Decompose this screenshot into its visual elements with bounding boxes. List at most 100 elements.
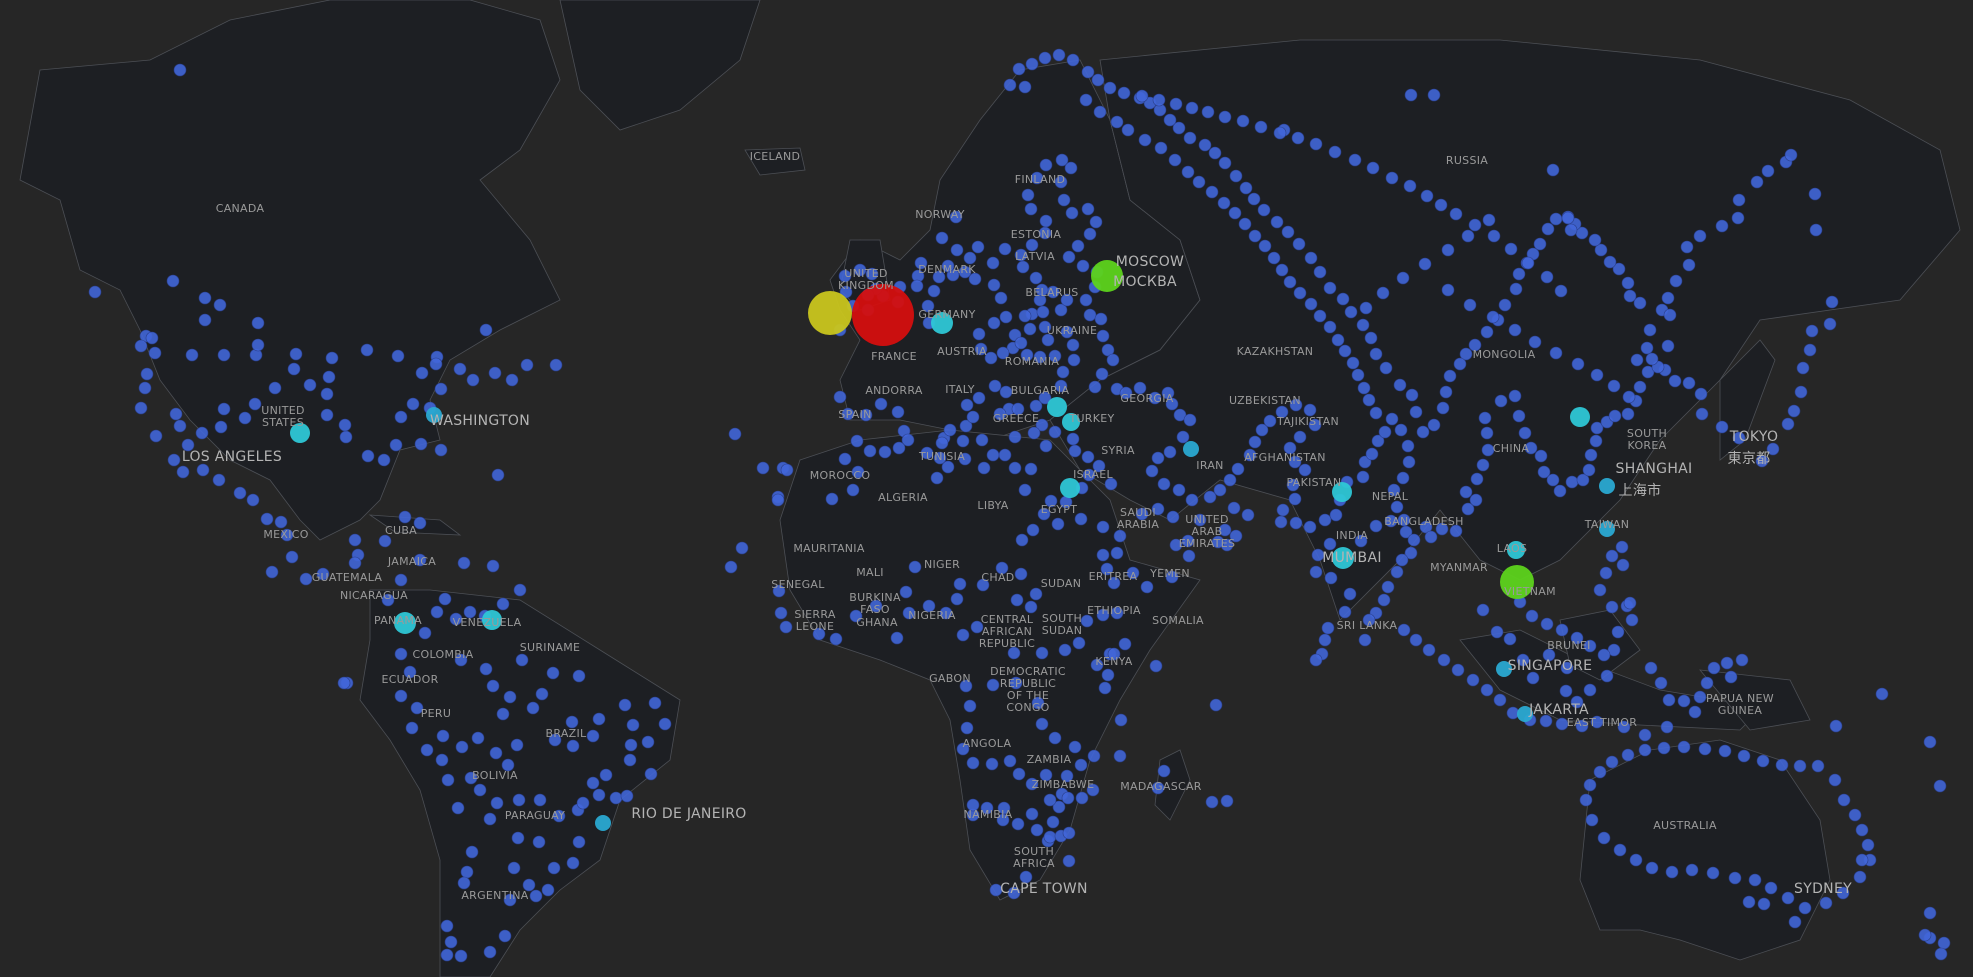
data-point[interactable] bbox=[1066, 338, 1080, 352]
data-point[interactable] bbox=[1258, 239, 1272, 253]
data-point[interactable] bbox=[1937, 936, 1951, 950]
data-point[interactable] bbox=[1788, 915, 1802, 929]
data-point[interactable] bbox=[1468, 218, 1482, 232]
data-point[interactable] bbox=[780, 463, 794, 477]
data-point[interactable] bbox=[148, 346, 162, 360]
data-point[interactable] bbox=[251, 338, 265, 352]
data-point[interactable] bbox=[1735, 653, 1749, 667]
data-point[interactable] bbox=[1096, 329, 1110, 343]
data-point[interactable] bbox=[1605, 549, 1619, 563]
data-point[interactable] bbox=[1923, 906, 1937, 920]
data-point[interactable] bbox=[1630, 353, 1644, 367]
data-point[interactable] bbox=[520, 358, 534, 372]
data-point[interactable] bbox=[1393, 378, 1407, 392]
data-point[interactable] bbox=[1623, 596, 1637, 610]
data-point[interactable] bbox=[546, 666, 560, 680]
data-point[interactable] bbox=[420, 743, 434, 757]
data-point[interactable] bbox=[1298, 463, 1312, 477]
data-point[interactable] bbox=[599, 768, 613, 782]
data-point[interactable] bbox=[233, 486, 247, 500]
data-point[interactable] bbox=[1728, 871, 1742, 885]
data-point[interactable] bbox=[1074, 758, 1088, 772]
data-point[interactable] bbox=[1021, 188, 1035, 202]
data-point[interactable] bbox=[735, 541, 749, 555]
data-point[interactable] bbox=[576, 796, 590, 810]
data-point[interactable] bbox=[930, 471, 944, 485]
data-point[interactable] bbox=[1422, 643, 1436, 657]
data-point[interactable] bbox=[1087, 749, 1101, 763]
data-point[interactable] bbox=[890, 631, 904, 645]
data-point[interactable] bbox=[1625, 613, 1639, 627]
data-point[interactable] bbox=[265, 565, 279, 579]
data-point[interactable] bbox=[1062, 250, 1076, 264]
data-point[interactable] bbox=[466, 373, 480, 387]
data-point[interactable] bbox=[398, 510, 412, 524]
data-point[interactable] bbox=[878, 445, 892, 459]
highlight-marker-cyan[interactable] bbox=[1060, 478, 1080, 498]
data-point[interactable] bbox=[1344, 305, 1358, 319]
data-point[interactable] bbox=[1764, 881, 1778, 895]
data-point[interactable] bbox=[1364, 331, 1378, 345]
data-point[interactable] bbox=[1203, 490, 1217, 504]
data-point[interactable] bbox=[1396, 271, 1410, 285]
data-point[interactable] bbox=[1151, 451, 1165, 465]
data-point[interactable] bbox=[1781, 891, 1795, 905]
data-point[interactable] bbox=[1561, 211, 1575, 225]
data-point[interactable] bbox=[140, 367, 154, 381]
data-point[interactable] bbox=[1409, 633, 1423, 647]
data-point[interactable] bbox=[987, 316, 1001, 330]
data-point[interactable] bbox=[1098, 681, 1112, 695]
data-point[interactable] bbox=[1451, 663, 1465, 677]
data-point[interactable] bbox=[985, 757, 999, 771]
data-point[interactable] bbox=[846, 483, 860, 497]
data-point[interactable] bbox=[1757, 897, 1771, 911]
data-point[interactable] bbox=[1015, 533, 1029, 547]
data-point[interactable] bbox=[1154, 141, 1168, 155]
data-point[interactable] bbox=[1748, 873, 1762, 887]
data-point[interactable] bbox=[1358, 633, 1372, 647]
data-point[interactable] bbox=[498, 929, 512, 943]
data-point[interactable] bbox=[1579, 793, 1593, 807]
data-point[interactable] bbox=[1068, 740, 1082, 754]
data-point[interactable] bbox=[1482, 213, 1496, 227]
data-point[interactable] bbox=[1157, 477, 1171, 491]
data-point[interactable] bbox=[1304, 251, 1318, 265]
data-point[interactable] bbox=[1223, 473, 1237, 487]
data-point[interactable] bbox=[977, 461, 991, 475]
data-point[interactable] bbox=[434, 382, 448, 396]
data-point[interactable] bbox=[434, 443, 448, 457]
data-point[interactable] bbox=[1066, 432, 1080, 446]
data-point[interactable] bbox=[1035, 646, 1049, 660]
data-point[interactable] bbox=[1096, 548, 1110, 562]
data-point[interactable] bbox=[641, 735, 655, 749]
data-point[interactable] bbox=[488, 366, 502, 380]
data-point[interactable] bbox=[167, 453, 181, 467]
data-point[interactable] bbox=[1023, 322, 1037, 336]
data-point[interactable] bbox=[1117, 86, 1131, 100]
data-point[interactable] bbox=[1369, 406, 1383, 420]
data-point[interactable] bbox=[1476, 603, 1490, 617]
data-point[interactable] bbox=[1145, 464, 1159, 478]
data-point[interactable] bbox=[1823, 317, 1837, 331]
data-point[interactable] bbox=[1238, 217, 1252, 231]
data-point[interactable] bbox=[1318, 633, 1332, 647]
data-point[interactable] bbox=[1236, 114, 1250, 128]
data-point[interactable] bbox=[1385, 412, 1399, 426]
data-point[interactable] bbox=[173, 419, 187, 433]
data-point[interactable] bbox=[173, 63, 187, 77]
data-point[interactable] bbox=[1062, 854, 1076, 868]
data-point[interactable] bbox=[1324, 571, 1338, 585]
data-point[interactable] bbox=[1378, 425, 1392, 439]
data-point[interactable] bbox=[1379, 361, 1393, 375]
data-point[interactable] bbox=[586, 729, 600, 743]
data-point[interactable] bbox=[1003, 754, 1017, 768]
data-point[interactable] bbox=[1476, 458, 1490, 472]
data-point[interactable] bbox=[1014, 567, 1028, 581]
data-point[interactable] bbox=[285, 550, 299, 564]
data-point[interactable] bbox=[1072, 636, 1086, 650]
data-point[interactable] bbox=[1693, 229, 1707, 243]
data-point[interactable] bbox=[260, 512, 274, 526]
data-point[interactable] bbox=[169, 407, 183, 421]
data-point[interactable] bbox=[1607, 379, 1621, 393]
data-point[interactable] bbox=[496, 707, 510, 721]
